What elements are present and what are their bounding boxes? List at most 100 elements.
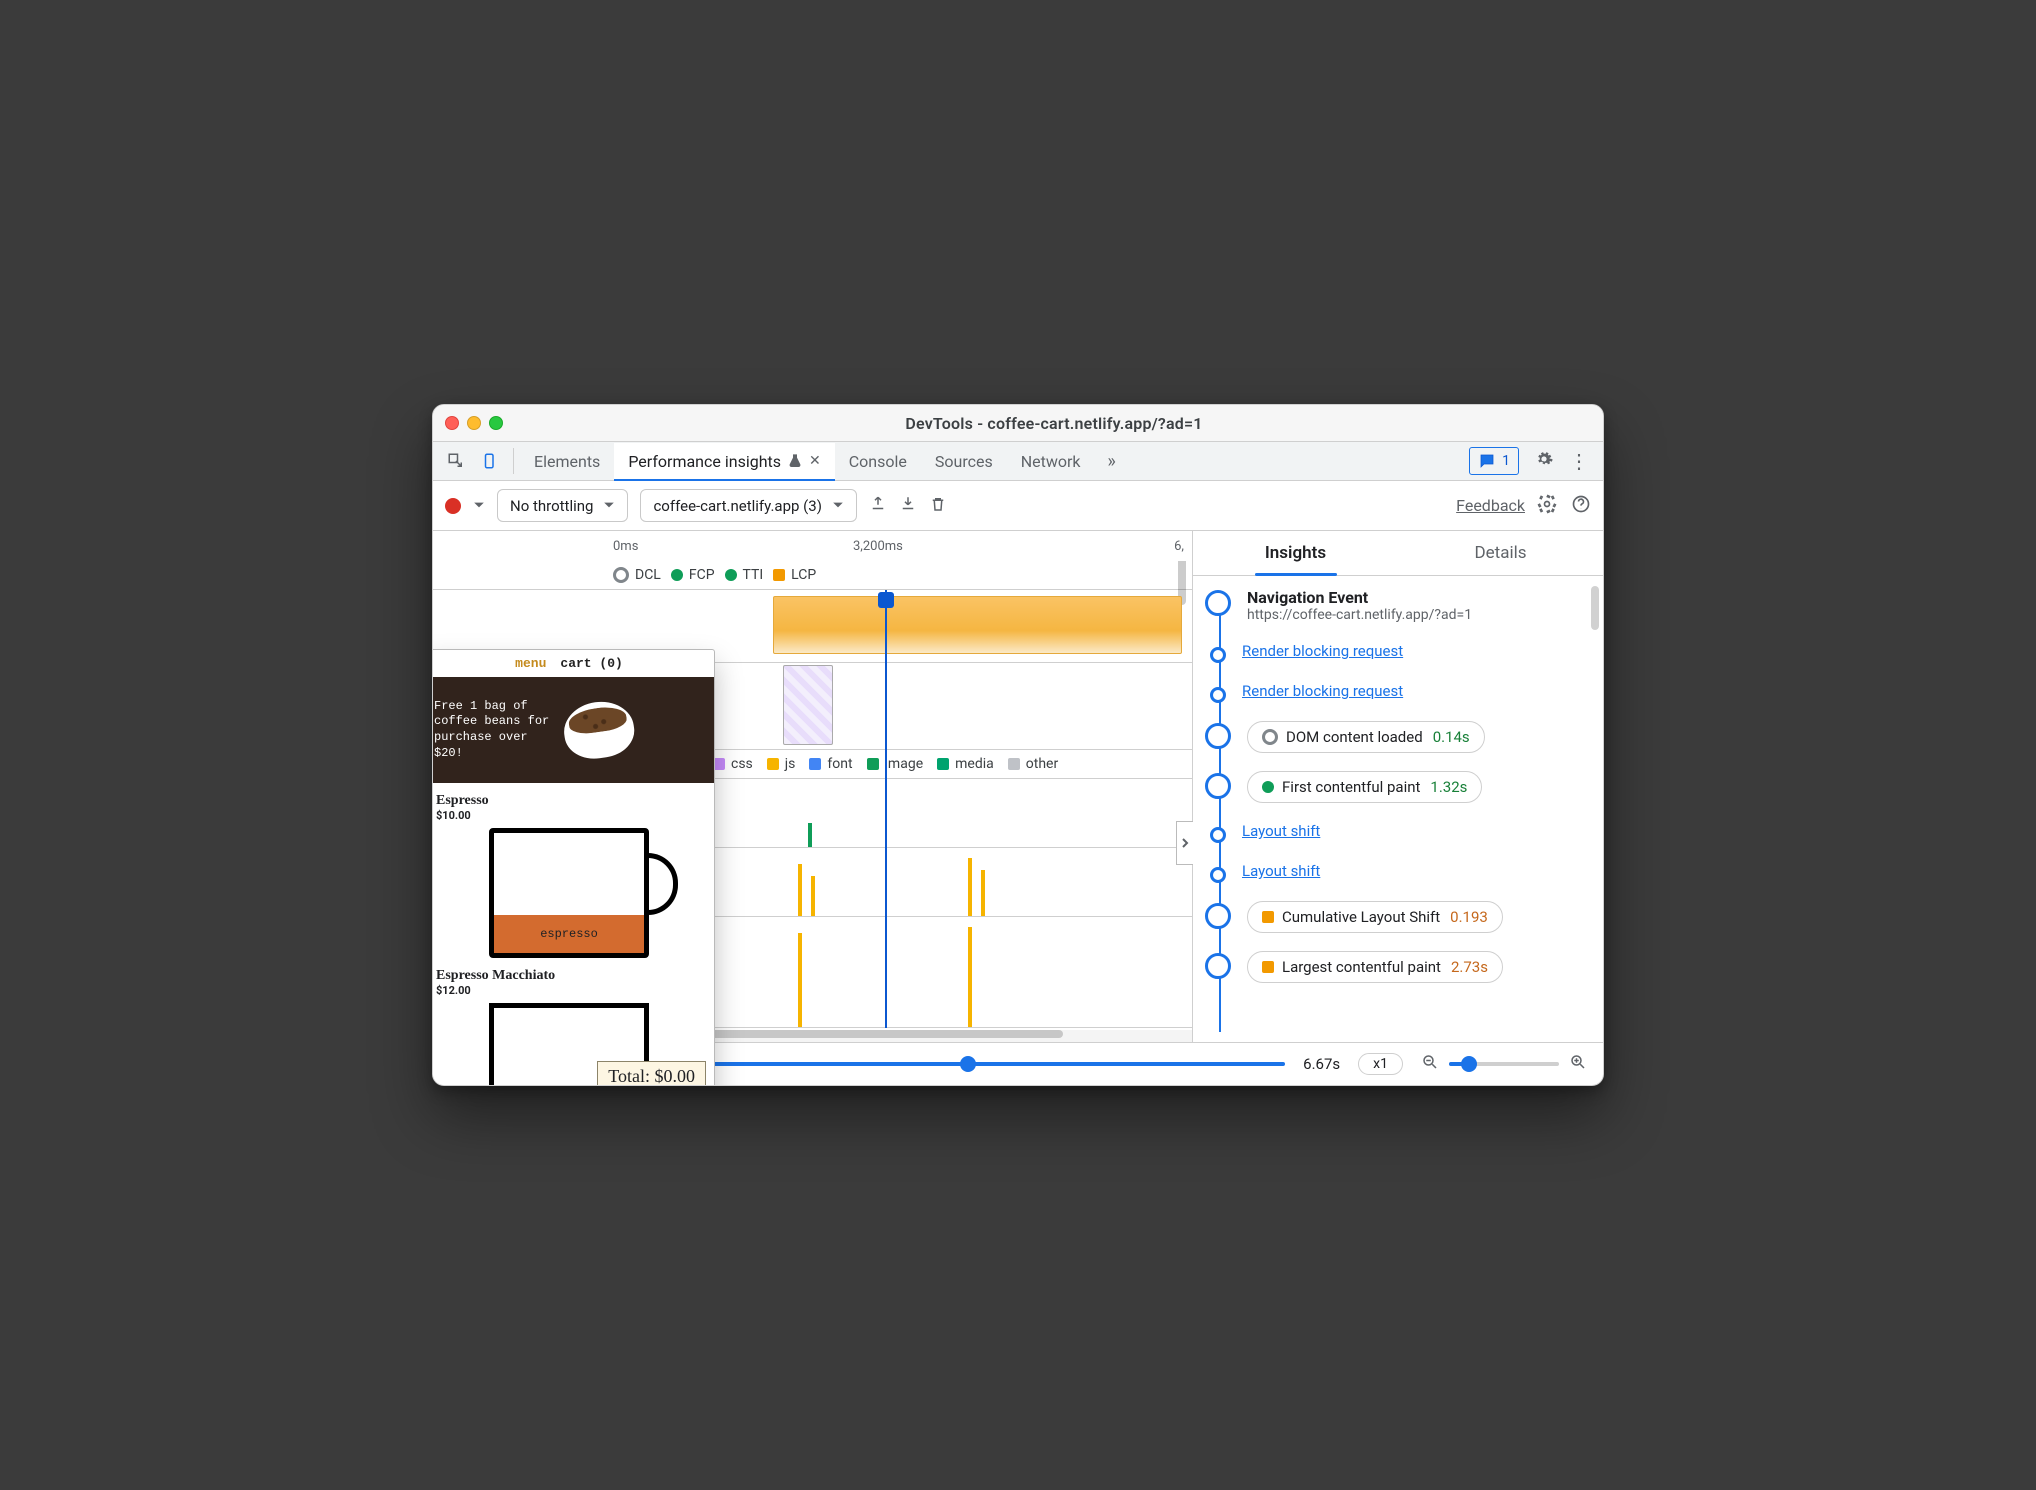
kebab-icon[interactable]: ⋮: [1569, 449, 1589, 473]
timeline-dot-icon: [1210, 827, 1226, 843]
more-tabs-icon[interactable]: »: [1095, 442, 1129, 480]
insight-layout-shift[interactable]: Layout shift: [1205, 821, 1589, 843]
preview-product-price: $12.00: [436, 984, 702, 997]
insight-fcp[interactable]: First contentful paint 1.32s: [1205, 771, 1589, 803]
hollow-circle-icon: [1262, 729, 1278, 745]
window-title: DevTools - coffee-cart.netlify.app/?ad=1: [517, 414, 1591, 433]
preview-product-price: $10.00: [436, 809, 702, 822]
insight-navigation[interactable]: Navigation Event https://coffee-cart.net…: [1205, 588, 1589, 623]
issues-badge[interactable]: 1: [1469, 447, 1519, 475]
feedback-link[interactable]: Feedback: [1456, 496, 1525, 515]
close-tab-icon[interactable]: ✕: [809, 453, 821, 469]
zoom-level[interactable]: x1: [1358, 1053, 1403, 1075]
legend-css[interactable]: css: [713, 756, 753, 772]
marker-tti[interactable]: TTI: [725, 567, 764, 583]
dot-icon: [1262, 781, 1274, 793]
insight-cls[interactable]: Cumulative Layout Shift 0.193: [1205, 901, 1589, 933]
insight-render-blocking[interactable]: Render blocking request: [1205, 641, 1589, 663]
preview-product-name: Espresso Macchiato: [436, 968, 702, 984]
zoom-slider[interactable]: [1449, 1062, 1559, 1066]
flask-icon: [787, 453, 803, 469]
request-bar[interactable]: [968, 927, 972, 1027]
inspect-element-icon[interactable]: [439, 442, 473, 480]
legend-font[interactable]: font: [809, 756, 852, 772]
performance-toolbar: No throttling coffee-cart.netlify.app (3…: [433, 481, 1603, 531]
timeline-node-icon: [1205, 773, 1231, 799]
chevron-down-icon: [832, 496, 844, 515]
help-icon[interactable]: [1571, 494, 1591, 518]
ruler-tick: 0ms: [613, 539, 638, 554]
time-ruler[interactable]: 0ms 3,200ms 6,: [433, 531, 1192, 561]
preview-tab-menu: menu: [515, 656, 546, 671]
zoom-out-icon[interactable]: [1421, 1053, 1439, 1075]
timeline-dot-icon: [1210, 647, 1226, 663]
timeline-dot-icon: [1210, 687, 1226, 703]
request-bar[interactable]: [981, 870, 985, 916]
record-menu-chevron-icon[interactable]: [473, 496, 485, 515]
delete-icon[interactable]: [929, 495, 947, 517]
square-icon: [1262, 961, 1274, 973]
legend-image[interactable]: image: [867, 756, 924, 772]
device-toggle-icon[interactable]: [473, 442, 507, 480]
chat-icon: [1478, 452, 1496, 470]
chevron-down-icon: [603, 496, 615, 515]
window-zoom-button[interactable]: [489, 416, 503, 430]
session-select[interactable]: coffee-cart.netlify.app (3): [640, 489, 856, 522]
preview-total: Total: $0.00: [597, 1061, 706, 1086]
playhead[interactable]: [885, 590, 887, 1028]
timeline-node-icon: [1205, 903, 1231, 929]
request-bar[interactable]: [811, 876, 815, 916]
insight-layout-shift[interactable]: Layout shift: [1205, 861, 1589, 883]
insight-lcp[interactable]: Largest contentful paint 2.73s: [1205, 951, 1589, 983]
zoom-in-icon[interactable]: [1569, 1053, 1587, 1075]
throttle-select[interactable]: No throttling: [497, 489, 628, 522]
screenshot-preview-card: menu cart (0) Free 1 bag of coffee beans…: [432, 649, 715, 1086]
import-icon[interactable]: [899, 495, 917, 517]
ruler-tick: 6,: [1174, 539, 1184, 554]
screenshot-thumb[interactable]: [783, 665, 833, 745]
sidebar-collapse-handle[interactable]: [1176, 821, 1193, 865]
tab-performance-insights[interactable]: Performance insights ✕: [614, 443, 834, 481]
preview-tab-cart: cart (0): [560, 656, 622, 671]
request-bar[interactable]: [798, 933, 802, 1027]
mug-icon: espresso: [489, 828, 649, 958]
timeline-dot-icon: [1210, 867, 1226, 883]
ruler-tick: 3,200ms: [853, 539, 903, 554]
marker-lcp[interactable]: LCP: [773, 567, 816, 583]
dot-icon: [671, 569, 683, 581]
export-icon[interactable]: [869, 495, 887, 517]
tab-console[interactable]: Console: [835, 442, 921, 480]
record-button[interactable]: [445, 498, 461, 514]
legend-other[interactable]: other: [1008, 756, 1058, 772]
window-close-button[interactable]: [445, 416, 459, 430]
tab-details[interactable]: Details: [1398, 531, 1603, 575]
tab-sources[interactable]: Sources: [921, 442, 1007, 480]
request-bar[interactable]: [968, 858, 972, 916]
metric-markers: DCL FCP TTI LCP: [433, 561, 1192, 590]
marker-dcl[interactable]: DCL: [613, 567, 661, 583]
devtools-window: DevTools - coffee-cart.netlify.app/?ad=1…: [432, 404, 1604, 1086]
legend-js[interactable]: js: [767, 756, 796, 772]
long-task-block[interactable]: [773, 596, 1182, 654]
panel-settings-icon[interactable]: [1537, 494, 1557, 518]
tab-network[interactable]: Network: [1007, 442, 1095, 480]
preview-product-name: Espresso: [436, 793, 702, 809]
insights-panel: Insights Details Navigation Event https:…: [1193, 531, 1603, 1042]
tab-insights[interactable]: Insights: [1193, 531, 1398, 575]
request-bar[interactable]: [808, 823, 812, 847]
legend-media[interactable]: media: [937, 756, 994, 772]
insight-render-blocking[interactable]: Render blocking request: [1205, 681, 1589, 703]
insight-dom-loaded[interactable]: DOM content loaded 0.14s: [1205, 721, 1589, 753]
settings-icon[interactable]: [1535, 450, 1553, 472]
window-minimize-button[interactable]: [467, 416, 481, 430]
marker-fcp[interactable]: FCP: [671, 567, 715, 583]
hollow-circle-icon: [613, 567, 629, 583]
vertical-scrollbar[interactable]: [1591, 586, 1599, 630]
square-icon: [1262, 911, 1274, 923]
tab-elements[interactable]: Elements: [520, 442, 614, 480]
dot-icon: [725, 569, 737, 581]
timeline-node-icon: [1205, 953, 1231, 979]
main-area: 0ms 3,200ms 6, DCL FCP TTI LCP ▶: [433, 531, 1603, 1042]
request-bar[interactable]: [798, 864, 802, 916]
window-titlebar: DevTools - coffee-cart.netlify.app/?ad=1: [433, 405, 1603, 441]
